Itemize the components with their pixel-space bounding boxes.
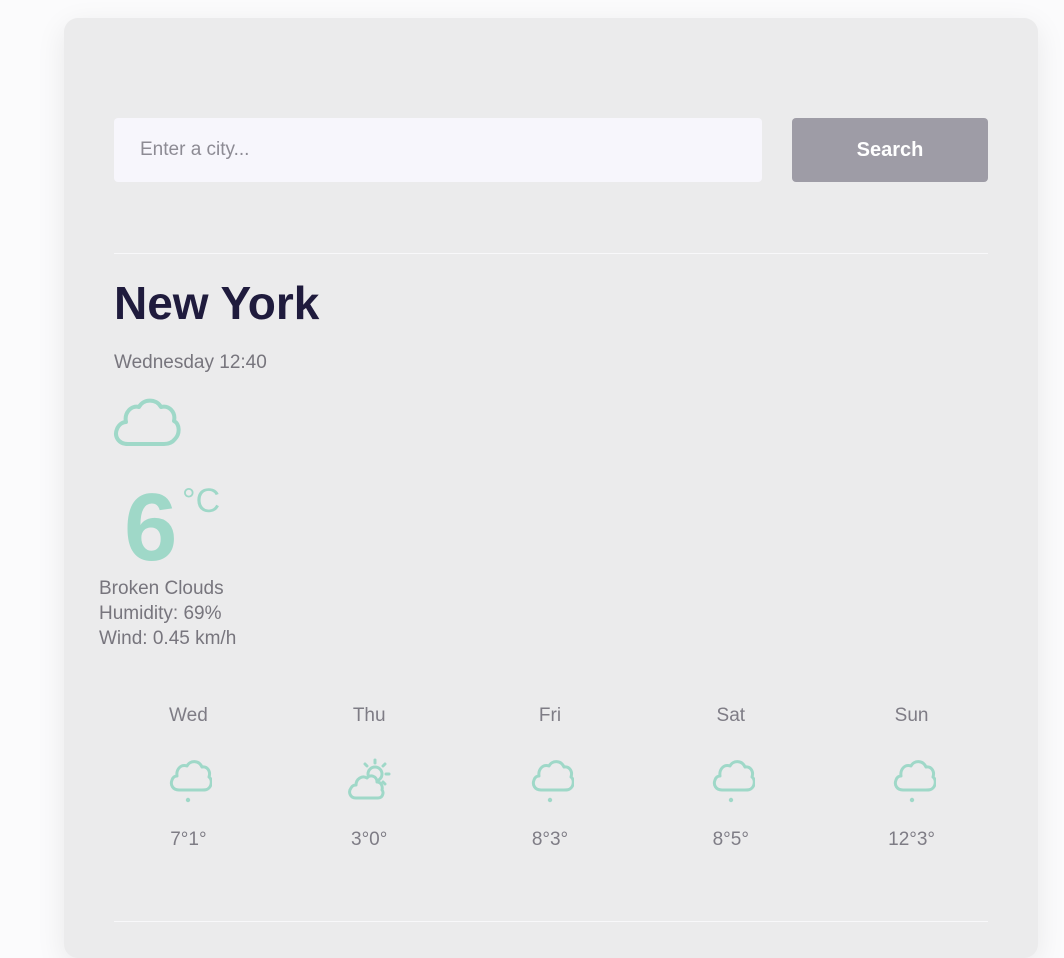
rain-icon [640, 754, 821, 804]
forecast-day-name: Sat [716, 705, 746, 726]
forecast-day: Wed 7°1° [98, 704, 279, 854]
top-divider [114, 253, 988, 254]
wind: Wind: 0.45 km/h [99, 628, 237, 649]
forecast-day-name: Thu [352, 705, 386, 726]
bottom-divider [114, 921, 988, 922]
forecast-day: Sat 8°5° [640, 704, 821, 854]
temperature-unit: °C [182, 482, 221, 520]
forecast-day-name: Sun [894, 705, 929, 726]
forecast-temps: 8°3° [531, 829, 569, 850]
forecast-temps: 12°3° [888, 829, 936, 850]
current-temperature: 6 [124, 474, 178, 581]
humidity: Humidity: 69% [99, 603, 222, 624]
forecast-day: Sun 12°3° [821, 704, 1002, 854]
weather-card: Search New York Wednesday 12:40 6 °C Bro… [64, 18, 1038, 958]
rain-icon [821, 754, 1002, 804]
partly-sunny-icon [279, 754, 460, 804]
forecast-day: Thu 3°0° [279, 704, 460, 854]
weather-description: Broken Clouds [99, 578, 224, 599]
search-form: Search [114, 118, 988, 182]
forecast-temps: 3°0° [351, 829, 388, 850]
forecast-temps: 7°1° [170, 829, 207, 850]
forecast-list: Wed 7°1° Thu 3°0° Fri 8°3° Sat 8°5° Sun … [98, 704, 1002, 854]
city-search-input[interactable] [114, 118, 762, 182]
forecast-day: Fri 8°3° [460, 704, 641, 854]
cloud-icon [112, 394, 182, 450]
weather-details: Broken Clouds Humidity: 69% Wind: 0.45 k… [99, 576, 236, 651]
rain-icon [460, 754, 641, 804]
rain-icon [98, 754, 279, 804]
forecast-day-name: Fri [538, 705, 562, 726]
forecast-temps: 8°5° [712, 829, 749, 850]
forecast-day-name: Wed [169, 705, 208, 726]
search-button[interactable]: Search [792, 118, 988, 182]
date-time: Wednesday 12:40 [114, 352, 267, 373]
city-name: New York [114, 277, 320, 329]
